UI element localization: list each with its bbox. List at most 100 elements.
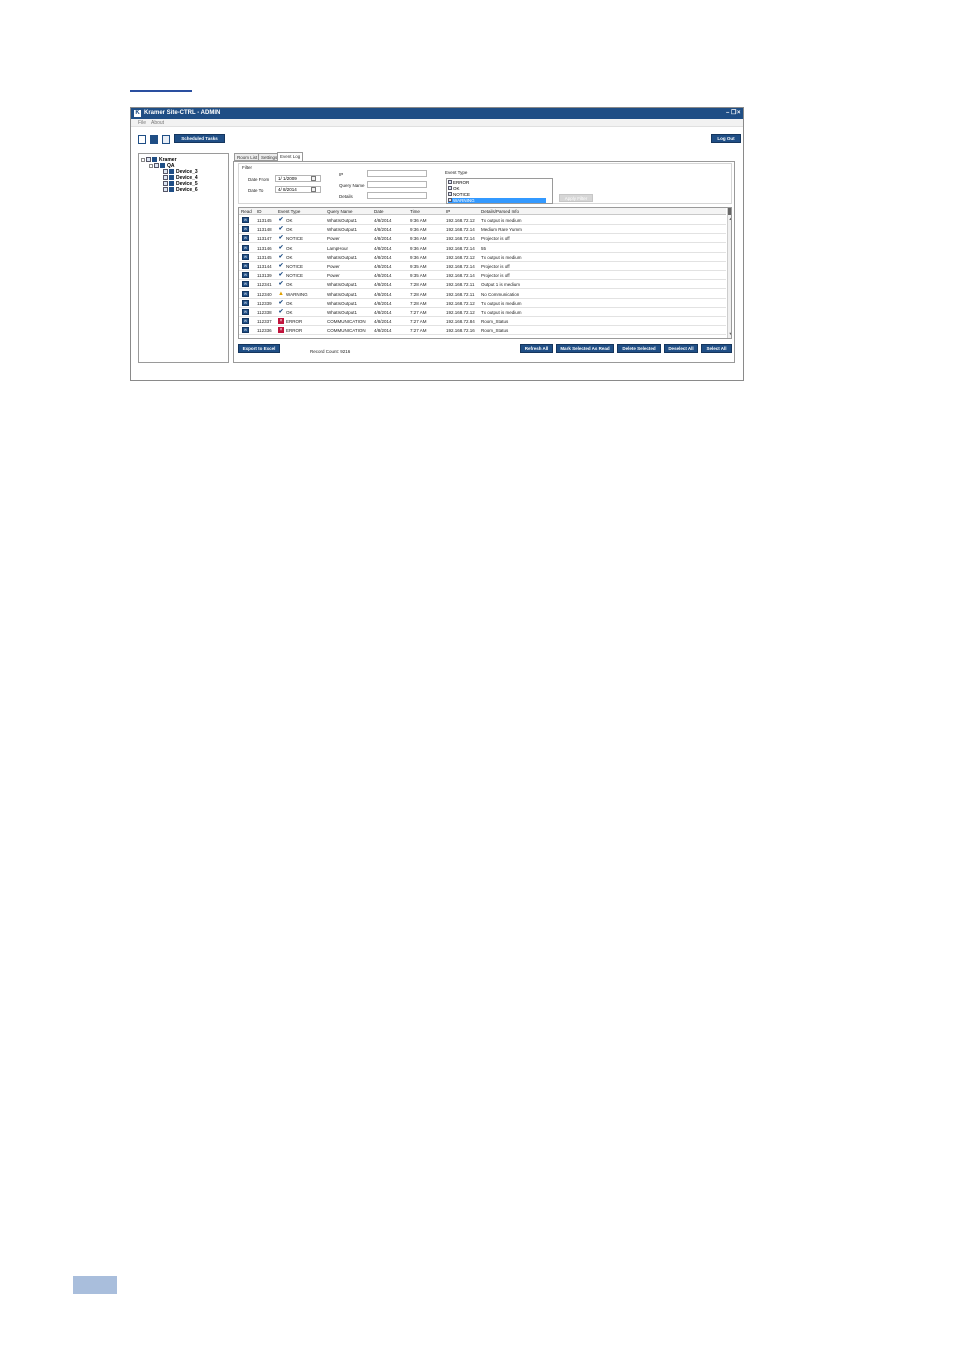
column-header[interactable]: Date [374,208,384,215]
menu-file[interactable]: File [138,119,146,127]
check-icon: ✔ [278,235,284,242]
envelope-icon[interactable]: ✉ [242,217,249,223]
title-bar: K Kramer Site-CTRL - ADMIN – ❐ × [131,108,743,119]
column-header[interactable]: Read [241,208,252,215]
table-row[interactable]: ✉ 112338 ✔ OK WhatIsOutput1 4/8/2014 7:27 AM 19… [239,308,726,317]
column-header[interactable]: IP [446,208,450,215]
cell-ip: 192.168.72.11 [446,291,475,297]
table-row[interactable]: ✉ 113147 ✔ NOTICE Power 4/8/2014 9:36 AM 192.16… [239,234,726,244]
table-row[interactable]: ✉ 112340 ▲ WARNING WhatIsOutput1 4/8/2014 7:28… [239,290,726,299]
envelope-icon[interactable]: ✉ [242,309,249,315]
event-type-ok[interactable]: OK [448,186,546,191]
envelope-icon[interactable]: ✉ [242,318,249,325]
envelope-icon[interactable]: ✉ [242,226,249,233]
details-field[interactable] [367,192,427,199]
envelope-icon[interactable]: ✉ [242,299,249,306]
checkbox[interactable] [154,163,159,168]
scroll-down-icon[interactable]: ▼ [728,331,731,337]
column-header[interactable]: Details/Parsed Info [481,208,519,215]
table-row[interactable]: ✉ 113145 ✔ OK WhatIsOutput1 4/8/2014 9:36 AM 19… [239,216,726,225]
checkbox[interactable] [163,169,168,174]
export-to-excel-button[interactable]: Export to Excel [238,344,280,353]
event-type-warning[interactable]: WARNING [448,198,546,203]
grid-icon[interactable] [162,135,170,144]
checkbox[interactable] [448,180,452,184]
tab-room-list[interactable]: Room List [234,153,261,161]
cell-time: 9:36 AM [410,218,427,223]
envelope-icon[interactable]: ✉ [242,281,249,288]
event-type-list[interactable]: ERROR OK NOTICE WARNING [446,178,553,204]
event-type-text: ERROR [286,328,303,334]
delete-selected-button[interactable]: Delete Selected [617,344,661,353]
checkbox[interactable] [163,181,168,186]
cell-query: LampHour [327,245,349,251]
event-type-text: NOTICE [286,264,304,269]
table-row[interactable]: ✉ 112339 ✔ OK WhatIsOutput1 4/8/2014 7:28 AM 19… [239,299,726,308]
log-out-button[interactable]: Log Out [711,134,741,143]
scroll-thumb[interactable] [728,208,731,215]
cell-ip: 192.168.72.14 [446,245,475,251]
scheduled-tasks-button[interactable]: Scheduled Tasks [174,134,225,143]
calendar-icon[interactable] [311,187,316,192]
collapse-icon[interactable] [149,164,153,168]
checkbox[interactable] [163,187,168,192]
envelope-icon[interactable]: ✉ [242,290,249,297]
checkbox[interactable] [448,186,452,190]
envelope-icon[interactable]: ✉ [242,263,249,269]
cell-details: Output 1 is medium [481,282,521,288]
table-row[interactable]: ✉ 112341 ✔ OK WhatIsOutput1 4/8/2014 7:28 AM 19… [239,280,726,290]
table-row[interactable]: ✉ 112336 × ERROR COMMUNICATION 4/8/2014 7:27 A… [239,326,726,336]
table-row[interactable]: ✉ 113146 ✔ OK LampHour 4/8/2014 9:36 AM 192.168… [239,244,726,253]
cell-id: 113144 [257,264,272,269]
menu-about[interactable]: About [151,119,164,127]
table-row[interactable]: ✉ 113139 ✔ NOTICE Power 4/8/2014 9:35 AM 192.16… [239,271,726,281]
cell-id: 113139 [257,273,272,279]
checkbox[interactable] [163,175,168,180]
event-type-error[interactable]: ERROR [448,180,546,185]
refresh-all-button[interactable]: Refresh All [520,344,553,353]
checkbox[interactable] [448,192,452,196]
calendar-icon[interactable] [311,176,316,181]
envelope-icon[interactable]: ✉ [242,244,249,251]
cell-ip: 192.168.72.14 [446,264,475,269]
restore-button[interactable]: ❐ [731,108,736,119]
apply-filter-button[interactable]: Apply Filter [559,194,593,202]
query-name-field[interactable] [367,181,427,188]
new-document-icon[interactable] [138,135,146,144]
date-to-label: Date To [248,188,264,193]
mail-icon[interactable] [150,135,158,144]
select-all-button[interactable]: Select All [701,344,732,353]
cell-ip: 192.168.72.11 [446,282,475,288]
table-row[interactable]: ✉ 113144 ✔ NOTICE Power 4/8/2014 9:35 AM 192.16… [239,262,726,271]
cell-type: ✔ OK [278,216,292,225]
envelope-icon[interactable]: ✉ [242,272,249,279]
tree-device[interactable]: Device_6 [163,187,198,193]
minimize-button[interactable]: – [726,108,729,119]
event-type-label: ERROR [453,180,470,185]
envelope-icon[interactable]: ✉ [242,235,249,242]
column-header[interactable]: Event Type [278,208,300,215]
event-type-notice[interactable]: NOTICE [448,192,546,197]
close-button[interactable]: × [737,108,741,119]
table-row[interactable]: ✉ 113145 ✔ OK WhatIsOutput1 4/8/2014 9:36 AM 19… [239,253,726,262]
checkbox[interactable] [448,198,452,202]
column-header[interactable]: ID [257,208,262,215]
envelope-icon[interactable]: ✉ [242,253,249,260]
scroll-up-icon[interactable]: ▲ [728,216,731,222]
top-link-underline[interactable] [130,90,192,92]
cell-id: 112339 [257,300,272,306]
envelope-icon[interactable]: ✉ [242,327,249,334]
collapse-icon[interactable] [141,158,145,162]
details-label: Details [339,194,353,199]
cell-details: 55 [481,245,487,251]
vertical-scrollbar[interactable]: ▲ ▼ [727,208,731,338]
column-header[interactable]: Time [410,208,420,215]
tab-event-log[interactable]: Event Log [277,152,304,161]
checkbox[interactable] [146,157,151,162]
deselect-all-button[interactable]: Deselect All [664,344,698,353]
table-row[interactable]: ✉ 112337 × ERROR COMMUNICATION 4/8/2014 7:27 A… [239,317,726,327]
column-header[interactable]: Query Name [327,208,353,215]
ip-field[interactable] [367,170,427,177]
mark-selected-as-read-button[interactable]: Mark Selected As Read [556,344,614,353]
table-row[interactable]: ✉ 113148 ✔ OK WhatIsOutput1 4/8/2014 9:36 AM 19… [239,225,726,235]
